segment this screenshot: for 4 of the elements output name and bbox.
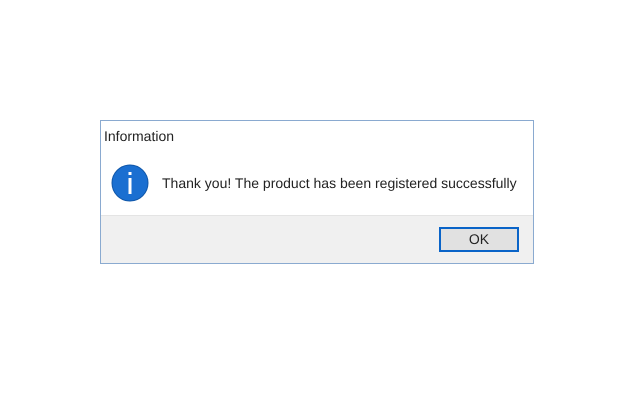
ok-button[interactable]: OK <box>439 227 519 252</box>
window-title: Information <box>104 126 174 146</box>
information-icon <box>111 164 149 202</box>
message-text: Thank you! The product has been registered successfully <box>162 174 517 193</box>
